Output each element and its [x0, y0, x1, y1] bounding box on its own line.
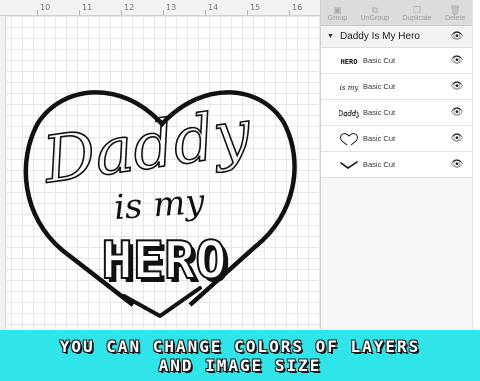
is-my-thumb-icon: is my: [339, 79, 359, 95]
layer-label: Basic Cut: [363, 56, 396, 65]
ruler-number: 14: [208, 3, 219, 12]
heart-thumb-icon: [339, 131, 359, 147]
daddy-is-my-hero-design[interactable]: Daddy is my HERO HERO: [0, 16, 320, 330]
hero-thumb-icon: HERO: [339, 53, 359, 69]
ruler-number: 13: [166, 3, 177, 12]
design-canvas[interactable]: 10 11 12 13 14 15 16 Daddy is my HERO HE…: [0, 0, 320, 330]
daddy-thumb-text: Daddy: [339, 110, 359, 118]
delete-label: Delete: [445, 15, 466, 22]
eye-icon[interactable]: 👁: [450, 133, 464, 144]
layer-row[interactable]: Basic Cut 👁: [321, 126, 472, 152]
ruler-number: 10: [40, 3, 51, 12]
ungroup-icon: ⧉: [371, 5, 379, 15]
layer-row[interactable]: HERO Basic Cut 👁: [321, 48, 472, 74]
eye-icon[interactable]: 👁: [450, 55, 464, 66]
layers-panel: ▣ Group ⧉ UnGroup ❐ Duplicate 🗑 Delete ▼…: [320, 0, 472, 330]
eye-icon[interactable]: 👁: [450, 81, 464, 92]
hero-thumb-text: HERO: [341, 58, 358, 66]
caret-down-icon[interactable]: ▼: [327, 33, 334, 40]
eye-icon[interactable]: 👁: [450, 159, 464, 170]
check-thumb-icon: [339, 157, 359, 173]
daddy-thumb-icon: Daddy: [339, 105, 359, 121]
layer-row[interactable]: is my Basic Cut 👁: [321, 74, 472, 100]
ruler-number: 15: [250, 3, 261, 12]
ruler-number: 11: [82, 3, 93, 12]
daddy-text: Daddy: [38, 96, 256, 198]
layer-row[interactable]: Daddy Basic Cut 👁: [321, 100, 472, 126]
ruler-number: 12: [124, 3, 135, 12]
layer-row[interactable]: Basic Cut 👁: [321, 152, 472, 178]
banner-line-1: YOU CAN CHANGE COLORS OF LAYERS: [59, 336, 421, 356]
layer-group-name: Daddy Is My Hero: [339, 31, 420, 42]
eye-icon[interactable]: 👁: [450, 107, 464, 118]
delete-button[interactable]: 🗑 Delete: [445, 5, 465, 22]
panel-scrollbar[interactable]: [472, 0, 480, 330]
ruler-number: 16: [292, 3, 303, 12]
group-button[interactable]: ▣ Group: [328, 5, 347, 22]
group-label: Group: [327, 15, 348, 22]
eye-icon[interactable]: 👁: [450, 31, 464, 42]
hero-word: HERO HERO: [100, 230, 230, 295]
duplicate-icon: ❐: [412, 5, 422, 15]
is-my-text: is my: [113, 182, 207, 228]
banner-line-2: AND IMAGE SIZE: [158, 355, 322, 375]
duplicate-label: Duplicate: [402, 15, 432, 22]
duplicate-button[interactable]: ❐ Duplicate: [402, 5, 431, 22]
layer-label: Basic Cut: [363, 108, 396, 117]
layer-label: Basic Cut: [363, 82, 396, 91]
promo-banner: YOU CAN CHANGE COLORS OF LAYERS AND IMAG…: [0, 330, 480, 381]
layer-label: Basic Cut: [363, 160, 396, 169]
layers-toolbar: ▣ Group ⧉ UnGroup ❐ Duplicate 🗑 Delete: [321, 0, 472, 26]
top-ruler: 10 11 12 13 14 15 16: [0, 0, 320, 16]
trash-icon: 🗑: [449, 5, 461, 15]
ungroup-label: UnGroup: [360, 15, 389, 22]
hero-text: HERO: [101, 231, 226, 291]
is-my-thumb-text: is my: [340, 84, 359, 92]
layer-label: Basic Cut: [363, 134, 396, 143]
ungroup-button[interactable]: ⧉ UnGroup: [361, 5, 389, 22]
layer-group-row[interactable]: ▼ Daddy Is My Hero 👁: [321, 26, 472, 48]
group-icon: ▣: [333, 5, 342, 15]
